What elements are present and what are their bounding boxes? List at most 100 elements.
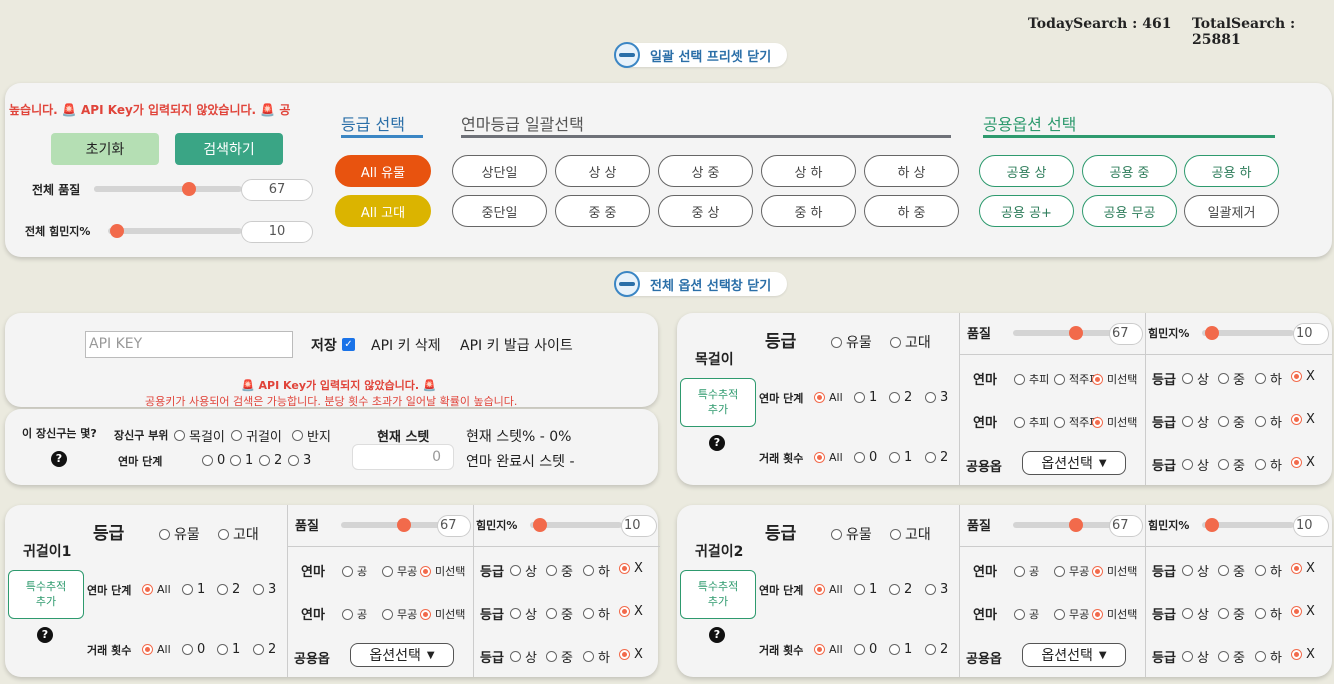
help-icon[interactable]: ? [709,435,725,451]
all-ancient-button[interactable]: All 고대 [335,195,431,227]
radio-grade-mid[interactable] [1218,565,1229,576]
radio-grade-x[interactable] [619,563,630,574]
radio-trade-all[interactable] [814,452,825,463]
radio-grade-low[interactable] [583,608,594,619]
slider-knob[interactable] [1069,518,1083,532]
search-button[interactable]: 검색하기 [175,133,283,165]
radio-grade-x[interactable] [1291,457,1302,468]
stamina-slider[interactable] [108,224,242,238]
radio-grade-mid[interactable] [1218,651,1229,662]
radio-opt1[interactable] [342,565,353,577]
reset-button[interactable]: 초기화 [51,133,159,165]
radio-level-3[interactable] [925,392,936,403]
radio-grade-high[interactable] [510,608,521,619]
option-select[interactable]: 옵션선택 ▼ [1022,451,1126,475]
radio-grade-high[interactable] [1182,565,1193,576]
radio-grade-mid[interactable] [546,608,557,619]
radio-grade-mid[interactable] [546,651,557,662]
radio-undecided[interactable] [1092,565,1103,577]
issue-key-link[interactable]: API 키 발급 사이트 [460,335,573,355]
radio-grade-high[interactable] [1182,608,1193,619]
radio-level-1[interactable] [854,392,865,403]
radio-opt2[interactable] [1054,608,1065,620]
radio-grade-high[interactable] [510,651,521,662]
radio-grade-mid[interactable] [1218,459,1229,470]
radio-trade-all[interactable] [142,644,153,655]
slider-knob[interactable] [1069,326,1083,340]
radio-level-1[interactable] [182,584,193,595]
radio-grade-high[interactable] [1182,373,1193,384]
radio-grade-low[interactable] [1255,416,1266,427]
radio-relic[interactable] [159,528,170,540]
special-track-button[interactable]: 특수추적 추가 [680,570,756,619]
slider-knob[interactable] [182,182,196,196]
help-icon[interactable]: ? [37,627,53,643]
option-select[interactable]: 옵션선택 ▼ [1022,643,1126,667]
radio-grade-low[interactable] [1255,373,1266,384]
radio-trade-1[interactable] [889,644,900,655]
delete-key-button[interactable]: API 키 삭제 [371,335,441,355]
radio-trade-0[interactable] [182,644,193,655]
preset-toggle-button[interactable]: 일괄 선택 프리셋 닫기 [614,42,788,68]
radio-grade-mid[interactable] [1218,416,1229,427]
radio-undecided[interactable] [1092,373,1103,385]
radio-grade-low[interactable] [583,651,594,662]
radio-grade-x[interactable] [1291,414,1302,425]
quality-slider[interactable] [94,182,242,196]
radio-level-3[interactable] [925,584,936,595]
enlight-button[interactable]: 중 중 [555,195,650,227]
common-option-button[interactable]: 공용 공+ [979,195,1074,227]
radio-trade-1[interactable] [889,452,900,463]
save-checkbox[interactable]: ✓ [342,338,355,351]
option-toggle-button[interactable]: 전체 옵션 선택창 닫기 [614,271,788,297]
slider-knob[interactable] [397,518,411,532]
radio-level-3[interactable] [288,455,299,466]
radio-level-1[interactable] [854,584,865,595]
radio-trade-2[interactable] [925,644,936,655]
radio-grade-high[interactable] [510,565,521,576]
radio-grade-low[interactable] [583,565,594,576]
enlight-button[interactable]: 하 상 [864,155,959,187]
radio-grade-low[interactable] [1255,651,1266,662]
radio-level-3[interactable] [253,584,264,595]
quality-input[interactable]: 67 [1109,323,1143,345]
stamina-input[interactable]: 10 [241,221,313,243]
radio-relic[interactable] [831,528,842,540]
radio-opt1[interactable] [1014,565,1025,577]
enlight-button[interactable]: 상단일 [452,155,547,187]
radio-grade-mid[interactable] [546,565,557,576]
radio-grade-high[interactable] [1182,459,1193,470]
radio-level-2[interactable] [217,584,228,595]
quality-input[interactable]: 67 [1109,515,1143,537]
radio-relic[interactable] [831,336,842,348]
radio-trade-2[interactable] [925,452,936,463]
common-option-button[interactable]: 공용 하 [1184,155,1279,187]
radio-level-2[interactable] [259,455,270,466]
enlight-button[interactable]: 하 중 [864,195,959,227]
enlight-button[interactable]: 상 중 [658,155,753,187]
radio-grade-x[interactable] [1291,563,1302,574]
radio-level-2[interactable] [889,392,900,403]
slider-knob[interactable] [533,518,547,532]
stamina-input[interactable]: 10 [621,515,657,537]
special-track-button[interactable]: 특수추적 추가 [680,378,756,427]
all-relic-button[interactable]: All 유물 [335,155,431,187]
stamina-input[interactable]: 10 [1293,323,1329,345]
radio-level-2[interactable] [889,584,900,595]
common-option-button[interactable]: 공용 무공 [1082,195,1177,227]
radio-opt1[interactable] [1014,373,1025,385]
radio-trade-1[interactable] [217,644,228,655]
stat-input[interactable]: 0 [352,444,454,470]
radio-grade-x[interactable] [1291,606,1302,617]
radio-undecided[interactable] [1092,608,1103,620]
radio-grade-low[interactable] [1255,459,1266,470]
enlight-button[interactable]: 상 상 [555,155,650,187]
quality-slider[interactable] [1013,518,1113,532]
special-track-button[interactable]: 특수추적 추가 [8,570,84,619]
radio-ancient[interactable] [890,336,901,348]
slider-knob[interactable] [110,224,124,238]
radio-opt2[interactable] [1054,373,1065,385]
radio-ancient[interactable] [890,528,901,540]
radio-trade-all[interactable] [814,644,825,655]
radio-ring[interactable] [292,430,303,441]
